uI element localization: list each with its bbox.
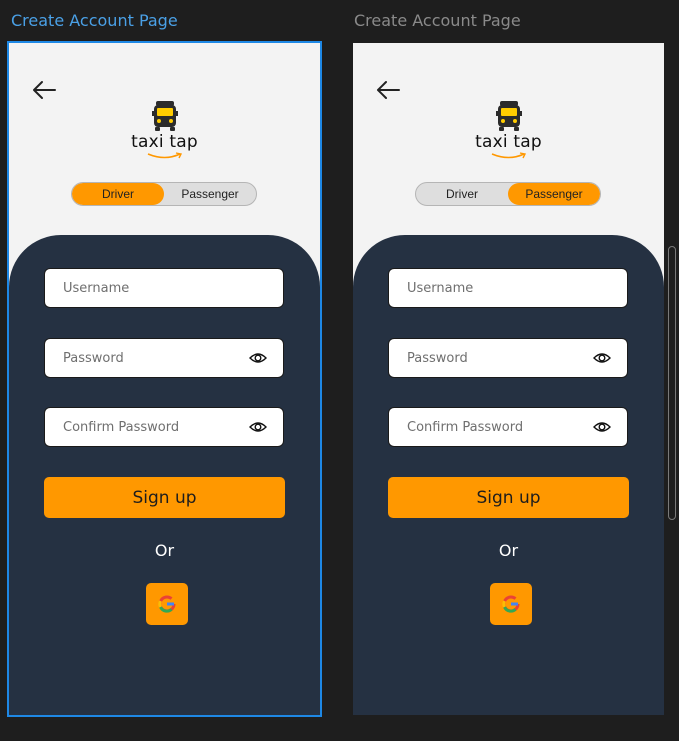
toggle-passenger[interactable]: Passenger	[164, 183, 256, 205]
taxi-icon	[495, 101, 522, 131]
eye-icon[interactable]	[249, 419, 267, 435]
toggle-driver[interactable]: Driver	[72, 183, 164, 205]
password-field[interactable]	[388, 338, 628, 378]
or-divider-text: Or	[498, 541, 519, 560]
signup-button[interactable]: Sign up	[388, 477, 629, 518]
username-input[interactable]	[61, 279, 245, 297]
google-icon	[158, 595, 176, 613]
toggle-driver[interactable]: Driver	[416, 183, 508, 205]
or-divider-text: Or	[154, 541, 175, 560]
username-input[interactable]	[405, 279, 589, 297]
brand-logo: taxi tap	[9, 101, 320, 160]
frame-title[interactable]: Create Account Page	[11, 11, 178, 30]
smile-arrow-icon	[491, 152, 526, 159]
taxi-icon	[151, 101, 178, 131]
confirm-password-field[interactable]	[44, 407, 284, 447]
form-panel: Sign up Or	[353, 235, 664, 715]
google-icon	[502, 595, 520, 613]
username-field[interactable]	[388, 268, 628, 308]
brand-name: taxi tap	[475, 132, 542, 152]
password-field[interactable]	[44, 338, 284, 378]
signup-button[interactable]: Sign up	[44, 477, 285, 518]
create-account-frame-driver[interactable]: taxi tap Driver Passenger Sign up	[7, 41, 322, 717]
password-input[interactable]	[61, 349, 245, 367]
role-toggle[interactable]: Driver Passenger	[71, 182, 257, 206]
eye-icon[interactable]	[593, 350, 611, 366]
confirm-password-input[interactable]	[405, 418, 589, 436]
username-field[interactable]	[44, 268, 284, 308]
role-toggle[interactable]: Driver Passenger	[415, 182, 601, 206]
eye-icon[interactable]	[249, 350, 267, 366]
confirm-password-field[interactable]	[388, 407, 628, 447]
google-signin-button[interactable]	[490, 583, 532, 625]
brand-logo: taxi tap	[353, 101, 664, 160]
eye-icon[interactable]	[593, 419, 611, 435]
smile-arrow-icon	[147, 152, 182, 159]
confirm-password-input[interactable]	[61, 418, 245, 436]
arrow-left-icon[interactable]	[31, 79, 57, 101]
canvas-scrollbar[interactable]	[668, 246, 676, 520]
frame-title[interactable]: Create Account Page	[354, 11, 521, 30]
form-panel: Sign up Or	[9, 235, 320, 715]
password-input[interactable]	[405, 349, 589, 367]
brand-name: taxi tap	[131, 132, 198, 152]
google-signin-button[interactable]	[146, 583, 188, 625]
arrow-left-icon[interactable]	[375, 79, 401, 101]
create-account-frame-passenger[interactable]: taxi tap Driver Passenger Sign up	[353, 43, 664, 715]
toggle-passenger[interactable]: Passenger	[508, 183, 600, 205]
